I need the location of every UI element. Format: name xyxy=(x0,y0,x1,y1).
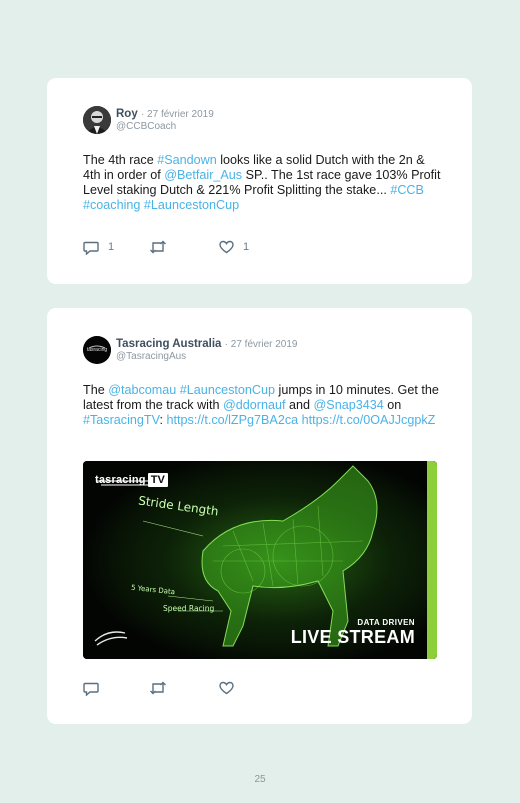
media-caption-small: DATA DRIVEN xyxy=(357,618,415,627)
tweet-card: Roy · 27 février 2019 @CCBCoach The 4th … xyxy=(47,78,472,284)
like-button[interactable]: 1 xyxy=(219,239,249,255)
heart-icon xyxy=(219,681,234,695)
retweet-icon xyxy=(150,681,166,695)
tweet-link[interactable]: #LauncestonCup xyxy=(180,383,275,397)
tweet-card: tasracing Tasracing Australia · 27 févri… xyxy=(47,308,472,724)
tweet-date[interactable]: · 27 février 2019 xyxy=(225,339,298,350)
tweet-text-segment: and xyxy=(285,398,314,412)
author-line: Roy · 27 février 2019 xyxy=(116,108,214,121)
tweet-link[interactable]: #Sandown xyxy=(157,153,217,167)
like-button[interactable] xyxy=(219,680,243,696)
tweet-link[interactable]: #coaching xyxy=(83,198,140,212)
media-brand-tv: TV xyxy=(147,473,168,487)
heart-icon xyxy=(219,240,234,254)
retweet-icon xyxy=(150,240,166,254)
tweet-text-segment: on xyxy=(383,398,402,412)
tweet-link[interactable]: #LauncestonCup xyxy=(144,198,239,212)
retweet-button[interactable] xyxy=(149,239,167,255)
media-brand-logo: tasracing TV xyxy=(95,471,168,489)
author-handle[interactable]: @TasracingAus xyxy=(116,351,186,363)
tweet-link[interactable]: @ddornauf xyxy=(223,398,286,412)
tweet-text-segment: The xyxy=(83,383,109,397)
media-brand-text: tasracing xyxy=(95,474,146,486)
tweet-link[interactable]: #CCB xyxy=(390,183,424,197)
author-handle[interactable]: @CCBCoach xyxy=(116,121,176,133)
tweet-text-segment: : xyxy=(159,413,167,427)
author-name[interactable]: Tasracing Australia xyxy=(116,338,221,350)
reply-count: 1 xyxy=(108,241,115,253)
tweet-media-image[interactable]: tasracing TV Stride Length 5 Years Data … xyxy=(83,461,437,659)
reply-icon xyxy=(83,682,99,696)
tweet-date[interactable]: · 27 février 2019 xyxy=(141,109,214,120)
tweet-text-segment: The 4th race xyxy=(83,153,158,167)
avatar[interactable] xyxy=(83,106,111,134)
retweet-button[interactable] xyxy=(149,680,167,696)
author-line: Tasracing Australia · 27 février 2019 xyxy=(116,338,298,351)
tweet-link[interactable]: #TasracingTV xyxy=(83,413,160,427)
avatar-text: tasracing xyxy=(86,347,108,353)
tweet-link[interactable]: https://t.co/0OAJJcgpkZ xyxy=(302,413,436,427)
tweet-text: The @tabcomau #LauncestonCup jumps in 10… xyxy=(83,383,443,428)
avatar[interactable]: tasracing xyxy=(83,336,111,364)
tweet-text: The 4th race #Sandown looks like a solid… xyxy=(83,153,443,213)
reply-icon xyxy=(83,241,99,255)
page-number: 25 xyxy=(254,774,266,785)
tweet-link[interactable]: @Betfair_Aus xyxy=(164,168,242,182)
reply-button[interactable] xyxy=(83,680,108,696)
media-caption-big: LIVE STREAM xyxy=(290,627,415,647)
media-label-speed: Speed Racing xyxy=(163,604,215,613)
author-name[interactable]: Roy xyxy=(116,108,138,120)
tweet-link[interactable]: @tabcomau xyxy=(108,383,176,397)
tweet-link[interactable]: https://t.co/lZPg7BA2ca xyxy=(167,413,299,427)
reply-button[interactable]: 1 xyxy=(83,239,114,255)
tweet-link[interactable]: @Snap3434 xyxy=(314,398,384,412)
like-count: 1 xyxy=(243,241,250,253)
